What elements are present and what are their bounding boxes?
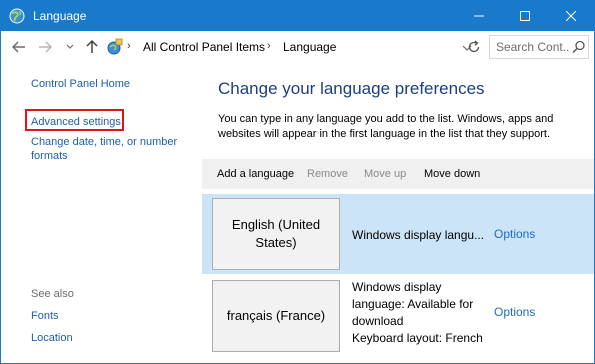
maximize-button[interactable] xyxy=(502,1,548,31)
breadcrumb-all-control-panel-items[interactable]: All Control Panel Items xyxy=(143,40,265,54)
language-status-line: Keyboard layout: French xyxy=(352,331,483,345)
language-status: Windows display langu... xyxy=(352,227,484,244)
search-box[interactable] xyxy=(489,35,589,59)
refresh-button[interactable] xyxy=(464,37,484,57)
control-panel-icon xyxy=(105,38,123,56)
globe-app-icon xyxy=(9,8,25,24)
forward-button[interactable] xyxy=(35,37,55,57)
search-input[interactable] xyxy=(496,39,570,55)
language-status-line: download xyxy=(352,314,404,328)
add-language-button[interactable]: Add a language xyxy=(217,167,294,181)
language-tile[interactable]: English (United States) xyxy=(212,198,340,270)
change-date-time-formats-link[interactable]: Change date, time, or number formats xyxy=(31,135,191,163)
window-title: Language xyxy=(33,9,87,23)
address-bar[interactable]: › All Control Panel Items › Language xyxy=(105,35,485,59)
language-row-english[interactable]: English (United States) Windows display … xyxy=(202,194,594,274)
title-bar[interactable]: Language xyxy=(1,1,594,31)
fonts-link[interactable]: Fonts xyxy=(31,309,59,323)
chevron-down-icon xyxy=(66,44,74,49)
breadcrumb-separator[interactable]: › xyxy=(127,40,131,52)
language-tile[interactable]: français (France) xyxy=(212,280,340,352)
main-content: Change your language preferences You can… xyxy=(202,63,594,363)
up-button[interactable] xyxy=(83,37,101,57)
refresh-icon xyxy=(468,40,480,53)
language-status-line: Windows display xyxy=(352,280,442,294)
address-toolbar: › All Control Panel Items › Language xyxy=(1,31,594,63)
search-icon[interactable] xyxy=(572,40,586,54)
language-window: Language › All Control Panel Items › Lan… xyxy=(0,0,595,364)
move-up-button[interactable]: Move up xyxy=(364,167,406,181)
advanced-settings-link[interactable]: Advanced settings xyxy=(31,115,121,129)
language-status-line: language: Available for xyxy=(352,297,474,311)
arrow-up-icon xyxy=(86,40,98,53)
page-description: You can type in any language you add to … xyxy=(218,113,554,140)
minimize-button[interactable] xyxy=(456,1,502,31)
breadcrumb-separator[interactable]: › xyxy=(267,40,271,52)
see-also-heading: See also xyxy=(31,288,74,300)
recent-locations-button[interactable] xyxy=(63,37,77,57)
options-link[interactable]: Options xyxy=(494,305,535,319)
arrow-left-icon xyxy=(12,41,25,53)
language-status: Windows display language: Available for … xyxy=(352,279,483,347)
maximize-icon xyxy=(520,11,530,21)
arrow-right-icon xyxy=(39,41,52,53)
options-link[interactable]: Options xyxy=(494,227,535,241)
breadcrumb-language[interactable]: Language xyxy=(283,40,336,54)
back-button[interactable] xyxy=(9,37,29,57)
move-down-button[interactable]: Move down xyxy=(424,167,480,181)
control-panel-home-link[interactable]: Control Panel Home xyxy=(31,77,130,91)
location-link[interactable]: Location xyxy=(31,331,73,345)
remove-button[interactable]: Remove xyxy=(307,167,348,181)
close-icon xyxy=(566,11,576,21)
language-row-french[interactable]: français (France) Windows display langua… xyxy=(202,274,594,354)
close-button[interactable] xyxy=(548,1,594,31)
left-navigation-pane: Control Panel Home Advanced settings Cha… xyxy=(1,63,202,363)
page-title: Change your language preferences xyxy=(218,79,485,98)
language-toolbar: Add a language Remove Move up Move down xyxy=(202,159,594,189)
minimize-icon xyxy=(474,15,484,17)
language-status-line: Windows display langu... xyxy=(352,228,485,242)
